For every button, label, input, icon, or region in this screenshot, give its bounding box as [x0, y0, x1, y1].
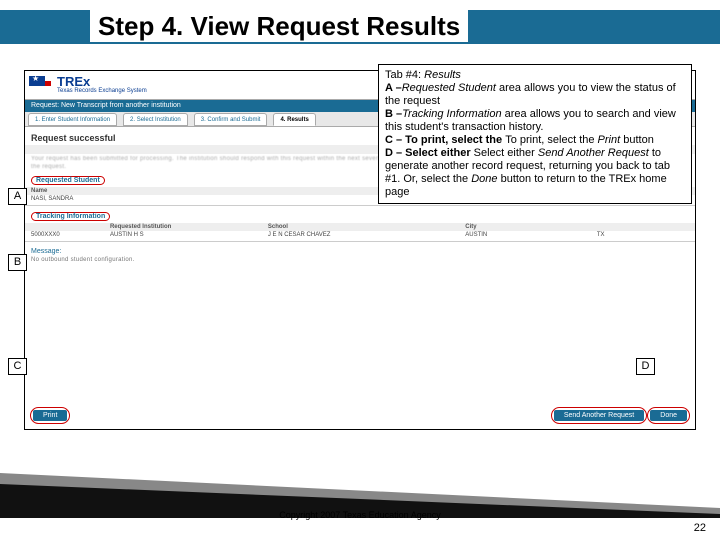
tracking-header-row: Requested Institution School City [25, 223, 695, 231]
message-text: No outbound student configuration. [31, 257, 689, 263]
requested-student-label: Requested Student [31, 176, 105, 185]
callout-l4c: button [623, 134, 654, 146]
student-name: NASI, SANDRA [31, 196, 149, 202]
callout-l1a: Tab #4: [385, 69, 424, 81]
texas-flag-icon [29, 74, 53, 96]
track-c3: J E N CESAR CHAVEZ [268, 232, 465, 238]
callout-l5b: Send Another Request [538, 147, 652, 159]
callout-l2b: Requested Student [402, 82, 499, 94]
callout-l3a: B – [385, 108, 402, 120]
right-buttons: Send Another Request Done [554, 410, 687, 421]
marker-B: B [8, 254, 27, 271]
app-brand: TREx [57, 76, 147, 88]
marker-A: A [8, 188, 27, 205]
divider [25, 205, 695, 206]
app-brand-sub: Texas Records Exchange System [57, 88, 147, 94]
callout-l5a2: Select either [474, 147, 538, 159]
decorative-wedge [0, 458, 720, 518]
callout-box: Tab #4: Results A –Requested Student are… [378, 64, 692, 204]
divider2 [25, 241, 695, 242]
tab-2[interactable]: 2. Select Institution [123, 113, 188, 126]
app-brand-block: TREx Texas Records Exchange System [57, 76, 147, 94]
copyright-text: Copyright 2007 Texas Education Agency [0, 510, 720, 520]
student-h1: Name [31, 188, 149, 194]
track-h3: School [268, 224, 465, 230]
title-bar: Step 4. View Request Results [0, 0, 720, 44]
slide-title: Step 4. View Request Results [90, 8, 468, 42]
callout-l5d: Done [471, 173, 500, 185]
callout-l2a: A – [385, 82, 402, 94]
marker-D: D [636, 358, 655, 375]
track-c5: TX [597, 232, 663, 238]
callout-l5a: D – Select either [385, 147, 474, 159]
track-c4: AUSTIN [465, 232, 597, 238]
callout-l4a: C – To print, select the [385, 134, 505, 146]
done-button[interactable]: Done [650, 410, 687, 421]
tab-4-results[interactable]: 4. Results [273, 113, 315, 126]
marker-C: C [8, 358, 27, 375]
track-h2: Requested Institution [110, 224, 268, 230]
track-h1 [31, 224, 110, 230]
callout-l3b: Tracking Information [402, 108, 505, 120]
button-row: Print Send Another Request Done [33, 410, 687, 421]
message-label: Message: [31, 248, 689, 255]
callout-l4b: Print [598, 134, 624, 146]
callout-l1b: Results [424, 69, 461, 81]
tracking-info-label: Tracking Information [31, 212, 110, 221]
callout-l4a2: To print, select the [505, 134, 597, 146]
track-c1: 5000XXX0 [31, 232, 110, 238]
tab-1[interactable]: 1. Enter Student Information [28, 113, 117, 126]
track-h5 [597, 224, 663, 230]
print-button[interactable]: Print [33, 410, 67, 421]
track-c2: AUSTIN H S [110, 232, 268, 238]
page-number: 22 [694, 522, 706, 534]
tracking-data-row: 5000XXX0 AUSTIN H S J E N CESAR CHAVEZ A… [25, 231, 695, 239]
send-another-request-button[interactable]: Send Another Request [554, 410, 644, 421]
tab-3[interactable]: 3. Confirm and Submit [194, 113, 268, 126]
track-h4: City [465, 224, 597, 230]
